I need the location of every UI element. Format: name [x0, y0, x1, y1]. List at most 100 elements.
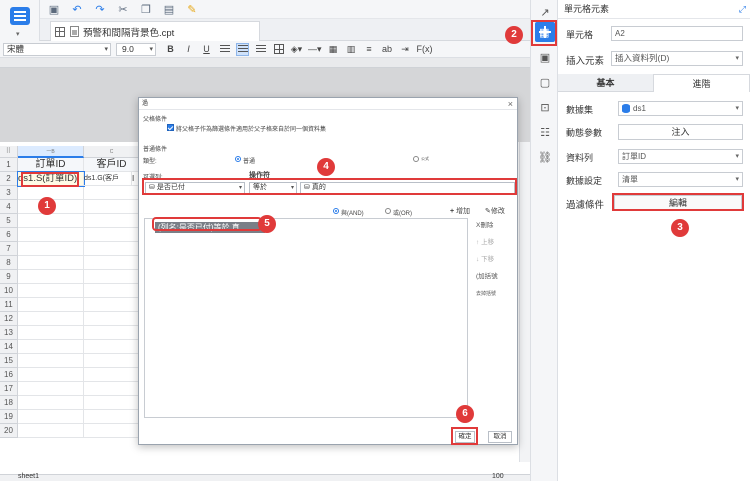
grid-cell[interactable]	[84, 424, 140, 438]
grid-cell[interactable]	[84, 410, 140, 424]
document-tab[interactable]: 預警和間隔背景色.cpt	[50, 21, 260, 41]
row-header[interactable]: 15	[0, 354, 18, 368]
align-right-icon[interactable]	[254, 43, 267, 56]
zoom-level[interactable]: 100	[492, 473, 504, 480]
format-brush-icon[interactable]: ✎	[186, 3, 198, 16]
grid-cell[interactable]	[84, 312, 140, 326]
dataset-select[interactable]: ds1 ▾	[618, 101, 743, 116]
column-select[interactable]: ⛁ 是否已付 ▾	[145, 182, 245, 194]
row-header[interactable]: 12	[0, 312, 18, 326]
tab-advanced[interactable]: 進階	[653, 74, 750, 92]
cell-a2[interactable]: ds1.S(訂單ID)	[17, 171, 85, 187]
row-header[interactable]: 2	[0, 172, 18, 186]
cell-a1[interactable]: 訂單ID	[18, 158, 84, 172]
align-center-icon[interactable]	[236, 42, 249, 56]
grid-cell[interactable]	[18, 340, 84, 354]
grid-cell[interactable]	[18, 382, 84, 396]
cell-element-tab[interactable]: ▦	[535, 22, 555, 42]
operator-select[interactable]: 等於 ▾	[249, 182, 297, 194]
modify-button[interactable]: ✎修改	[485, 206, 505, 216]
row-header[interactable]: 3	[0, 186, 18, 200]
cell-input[interactable]: A2	[611, 26, 743, 41]
grid-cell[interactable]	[18, 228, 84, 242]
inject-button[interactable]: 注入	[618, 124, 743, 140]
move-up-button[interactable]: ↑ 上移	[472, 237, 514, 249]
text-ab-button[interactable]: ab	[381, 43, 394, 56]
delete-button[interactable]: X刪除	[472, 220, 514, 232]
grid-cell[interactable]	[18, 270, 84, 284]
row-header[interactable]: 20	[0, 424, 18, 438]
grid-cell[interactable]	[84, 396, 140, 410]
grid-cell[interactable]	[18, 284, 84, 298]
fill-color-icon[interactable]: ◈▾	[290, 43, 303, 56]
normal-radio[interactable]	[235, 156, 241, 162]
row-header[interactable]: 8	[0, 256, 18, 270]
grid-cell[interactable]	[84, 382, 140, 396]
close-icon[interactable]: ×	[508, 98, 513, 110]
align-left-icon[interactable]	[218, 43, 231, 56]
underline-button[interactable]: U	[200, 43, 213, 56]
grid-cell[interactable]	[18, 410, 84, 424]
formula-button[interactable]: F(x)	[417, 43, 433, 56]
grid-cell[interactable]	[18, 256, 84, 270]
border-icon[interactable]	[272, 43, 285, 56]
add-bracket-button[interactable]: (加括號	[472, 271, 514, 283]
cell-b2[interactable]: ds1.G(客戶	[84, 172, 132, 186]
paste-icon[interactable]: ▤	[163, 3, 175, 16]
copy-icon[interactable]: ❐	[140, 3, 152, 16]
condition-item[interactable]: (列名:是否已付)等於 真	[155, 222, 265, 233]
grid-cell[interactable]	[18, 396, 84, 410]
grid-cell[interactable]	[84, 284, 140, 298]
grid-cell[interactable]	[18, 354, 84, 368]
value-input[interactable]: ⛁ 真的	[300, 182, 515, 194]
font-family-select[interactable]: 宋體 ▾	[3, 42, 111, 56]
split-cells-icon[interactable]: ▥	[345, 43, 358, 56]
ok-button[interactable]: 確定	[455, 431, 475, 443]
font-size-select[interactable]: 9.0 ▾	[116, 42, 156, 56]
data-setting-select[interactable]: 清單 ▾	[618, 172, 743, 187]
hyperlink-icon[interactable]: ⛓	[535, 147, 555, 167]
arrow-icon[interactable]: ↗	[535, 2, 555, 22]
row-header[interactable]: 5	[0, 214, 18, 228]
row-header[interactable]: 11	[0, 298, 18, 312]
row-header[interactable]: 4	[0, 200, 18, 214]
app-menu-button[interactable]: ▾	[0, 0, 40, 42]
column-select[interactable]: 訂單ID ▾	[618, 149, 743, 164]
cell-style-icon[interactable]: ▢	[535, 72, 555, 92]
remove-bracket-button[interactable]: 去掉括號	[472, 288, 514, 300]
grid-cell[interactable]	[84, 214, 140, 228]
tab-basic[interactable]: 基本	[558, 74, 653, 92]
grid-cell[interactable]	[18, 214, 84, 228]
grid-cell[interactable]	[18, 298, 84, 312]
wrap-text-icon[interactable]: ≡	[363, 43, 376, 56]
grid-cell[interactable]	[18, 242, 84, 256]
row-header[interactable]: 19	[0, 410, 18, 424]
row-header[interactable]: 13	[0, 326, 18, 340]
column-header-b[interactable]: 一B	[18, 146, 84, 158]
sheet-tab[interactable]: sheet1	[18, 473, 39, 480]
undo-icon[interactable]: ↶	[71, 3, 83, 16]
row-header[interactable]: 1	[0, 158, 18, 172]
pin-icon[interactable]: ⤢	[739, 0, 746, 19]
grid-cell[interactable]	[84, 298, 140, 312]
grid-cell[interactable]	[84, 256, 140, 270]
row-header[interactable]: 7	[0, 242, 18, 256]
cell-b1[interactable]: 客戶ID	[84, 158, 140, 172]
grid-cell[interactable]	[84, 270, 140, 284]
row-header[interactable]: 10	[0, 284, 18, 298]
and-radio[interactable]	[333, 208, 339, 214]
grid-cell[interactable]	[84, 242, 140, 256]
row-header[interactable]: 18	[0, 396, 18, 410]
italic-button[interactable]: I	[182, 43, 195, 56]
grid-cell[interactable]	[18, 424, 84, 438]
row-header[interactable]: 9	[0, 270, 18, 284]
cut-icon[interactable]: ✂	[117, 3, 129, 16]
bold-button[interactable]: B	[164, 43, 177, 56]
vertical-scrollbar[interactable]	[519, 142, 530, 462]
parent-condition-checkbox[interactable]	[167, 124, 174, 131]
widget-icon[interactable]: ⊡	[535, 97, 555, 117]
grid-cell[interactable]	[18, 326, 84, 340]
indent-icon[interactable]: ⇥	[399, 43, 412, 56]
redo-icon[interactable]: ↷	[94, 3, 106, 16]
filter-edit-button[interactable]: 編輯	[614, 195, 742, 211]
